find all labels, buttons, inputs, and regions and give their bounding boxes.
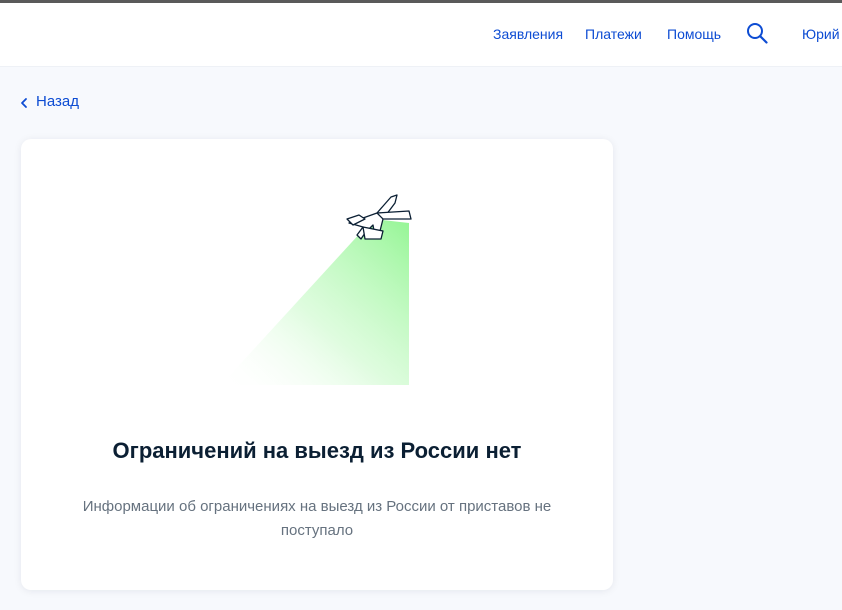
result-title: Ограничений на выезд из России нет — [112, 438, 522, 463]
airplane-icon — [221, 194, 412, 385]
result-card: Ограничений на выезд из России нет Инфор… — [21, 139, 613, 590]
header: Заявления Платежи Помощь Юрий — [0, 3, 842, 67]
user-name[interactable]: Юрий — [802, 26, 840, 42]
chevron-left-icon — [21, 97, 27, 108]
back-label: Назад — [36, 93, 79, 110]
search-icon[interactable] — [746, 22, 768, 44]
nav-link-help[interactable]: Помощь — [667, 26, 721, 42]
nav-link-applications[interactable]: Заявления — [493, 26, 563, 42]
result-subtitle: Информации об ограничениях на выезд из Р… — [82, 498, 552, 539]
nav-link-payments[interactable]: Платежи — [585, 26, 642, 42]
back-link[interactable]: Назад — [20, 93, 79, 110]
light-beam — [221, 219, 409, 385]
